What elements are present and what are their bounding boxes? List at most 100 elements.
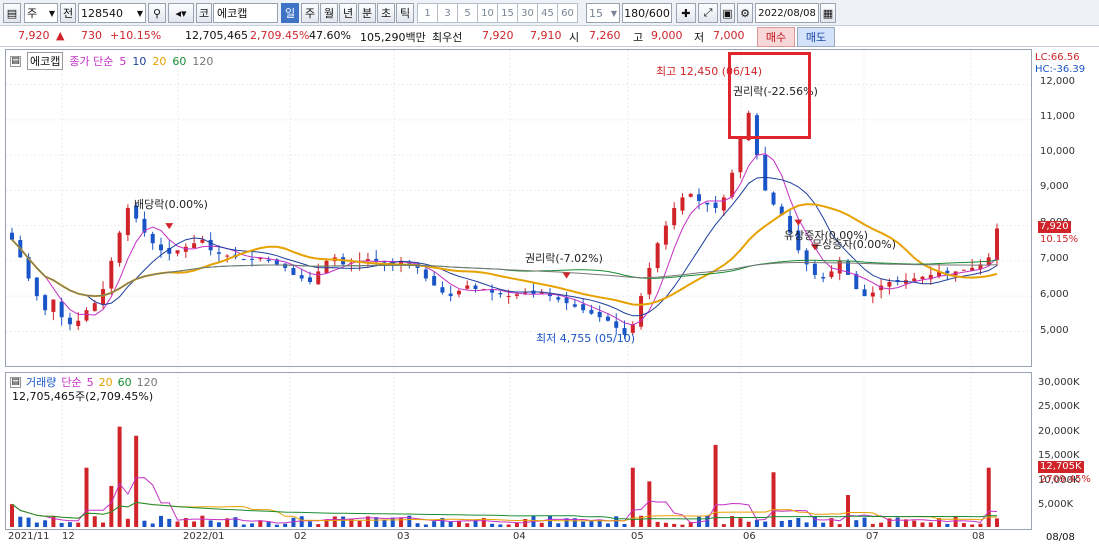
candle-body <box>216 252 221 254</box>
volume-bar <box>854 520 859 527</box>
volume-bar <box>76 522 81 527</box>
volume-bar <box>920 522 925 527</box>
price-tick: 10,000 <box>1040 146 1075 157</box>
volume-bar <box>655 521 660 527</box>
candle-body <box>299 275 304 279</box>
stock-code-input[interactable]: 128540 ▼ <box>78 3 146 23</box>
minute-button[interactable]: 1 <box>417 3 438 23</box>
volume-bar <box>341 516 346 527</box>
volume-bar <box>208 520 213 527</box>
candle-body <box>556 297 561 300</box>
volume-bar <box>498 524 503 527</box>
volume-bar <box>663 522 668 527</box>
candle-body <box>738 137 743 173</box>
settings-icon[interactable]: ⚙ <box>737 3 753 23</box>
candle-body <box>67 317 72 325</box>
buy-button[interactable]: 매수 <box>757 27 795 47</box>
candle-body <box>59 301 64 318</box>
candle-body <box>158 244 163 251</box>
volume-bar <box>43 520 48 527</box>
volume-bar <box>84 467 89 527</box>
crosshair-icon[interactable]: ✚ <box>676 3 696 23</box>
period-tab-day[interactable]: 일 <box>281 3 299 23</box>
speaker-icon[interactable]: ◂▾ <box>168 3 194 23</box>
volume-tick: 25,000K <box>1038 401 1080 412</box>
ask-price: 7,920 <box>482 29 514 42</box>
window-icon[interactable]: ▤ <box>3 3 21 23</box>
candle-body <box>51 299 56 312</box>
sell-button[interactable]: 매도 <box>797 27 835 47</box>
x-tick: 2021/11 <box>8 531 50 542</box>
chart-menu-icon[interactable]: ▤ <box>10 55 21 67</box>
volume-bar <box>316 524 321 527</box>
minute-button[interactable]: 10 <box>477 3 498 23</box>
volume-chart-svg[interactable] <box>6 373 1031 529</box>
volume-chart-panel[interactable] <box>5 372 1032 530</box>
stock-name-field[interactable]: 에코캡 <box>213 3 278 23</box>
period-tab-minute[interactable]: 분 <box>358 3 376 23</box>
volume-tick: 15,000K <box>1038 450 1080 461</box>
price-tag: 7,920 <box>1038 221 1071 233</box>
price-tick: 7,000 <box>1040 253 1069 264</box>
minute-button[interactable]: 60 <box>557 3 578 23</box>
minute-button[interactable]: 30 <box>517 3 538 23</box>
search-icon[interactable]: ⚲ <box>148 3 166 23</box>
volume-bar <box>415 523 420 527</box>
volume-bar <box>622 523 627 527</box>
volume-bar <box>101 522 106 527</box>
save-icon[interactable]: ▣ <box>720 3 735 23</box>
period-tab-tick[interactable]: 틱 <box>396 3 414 23</box>
interval-value: 15 <box>589 6 603 20</box>
minute-button[interactable]: 45 <box>537 3 558 23</box>
period-tab-week[interactable]: 주 <box>301 3 319 23</box>
candle-body <box>812 263 817 275</box>
minute-button[interactable]: 3 <box>437 3 458 23</box>
candle-body <box>374 258 379 261</box>
event-marker <box>794 219 803 226</box>
period-tab-second[interactable]: 초 <box>377 3 395 23</box>
volume-bar <box>514 522 519 527</box>
volume-bar <box>299 516 304 527</box>
volume-bar <box>879 522 884 527</box>
candle-body <box>109 260 114 289</box>
candle-body <box>506 296 511 298</box>
up-arrow-icon: ▲ <box>56 29 65 42</box>
candle-body <box>597 311 602 318</box>
volume-bar <box>506 524 511 527</box>
candle-body <box>647 267 652 295</box>
volume-bar <box>713 444 718 527</box>
period-tab-year[interactable]: 년 <box>339 3 357 23</box>
open-label: 시 <box>569 31 580 44</box>
interval-select[interactable]: 15 ▼ <box>586 3 620 23</box>
minute-button[interactable]: 5 <box>457 3 478 23</box>
candle-body <box>175 250 180 254</box>
candle-body <box>589 309 594 314</box>
date-field[interactable]: 2022/08/08 <box>755 3 819 23</box>
candle-body <box>862 289 867 297</box>
volume-bar <box>456 520 461 527</box>
volume-menu-icon[interactable]: ▤ <box>10 376 21 388</box>
volume-bar <box>59 522 64 527</box>
volume-bar <box>241 524 246 527</box>
volume-bar <box>10 504 14 527</box>
volume-bar <box>738 518 743 527</box>
volume-bar <box>26 517 31 527</box>
volume-bar <box>556 523 561 527</box>
count-display[interactable]: 180/600 <box>622 3 672 23</box>
bonus-issue-annotation: 무상증자(0.00%) <box>812 238 897 251</box>
volume-bar <box>672 523 677 527</box>
period-select[interactable]: 주 ▼ <box>24 3 58 23</box>
minute-button[interactable]: 15 <box>497 3 518 23</box>
candle-body <box>572 304 577 307</box>
chevron-down-icon[interactable]: ▼ <box>137 9 143 18</box>
candle-body <box>705 202 710 205</box>
trend-icon[interactable]: ⤢ <box>698 3 718 23</box>
period-tab-month[interactable]: 월 <box>320 3 338 23</box>
ma-period: 10 <box>132 54 147 68</box>
volume-bar <box>970 524 975 527</box>
candle-body <box>548 294 553 297</box>
ma-period: 5 <box>119 54 127 68</box>
calendar-icon[interactable]: ▦ <box>820 3 836 23</box>
market-prefix-button[interactable]: 코 <box>196 3 212 23</box>
prev-button[interactable]: 전 <box>60 3 76 23</box>
